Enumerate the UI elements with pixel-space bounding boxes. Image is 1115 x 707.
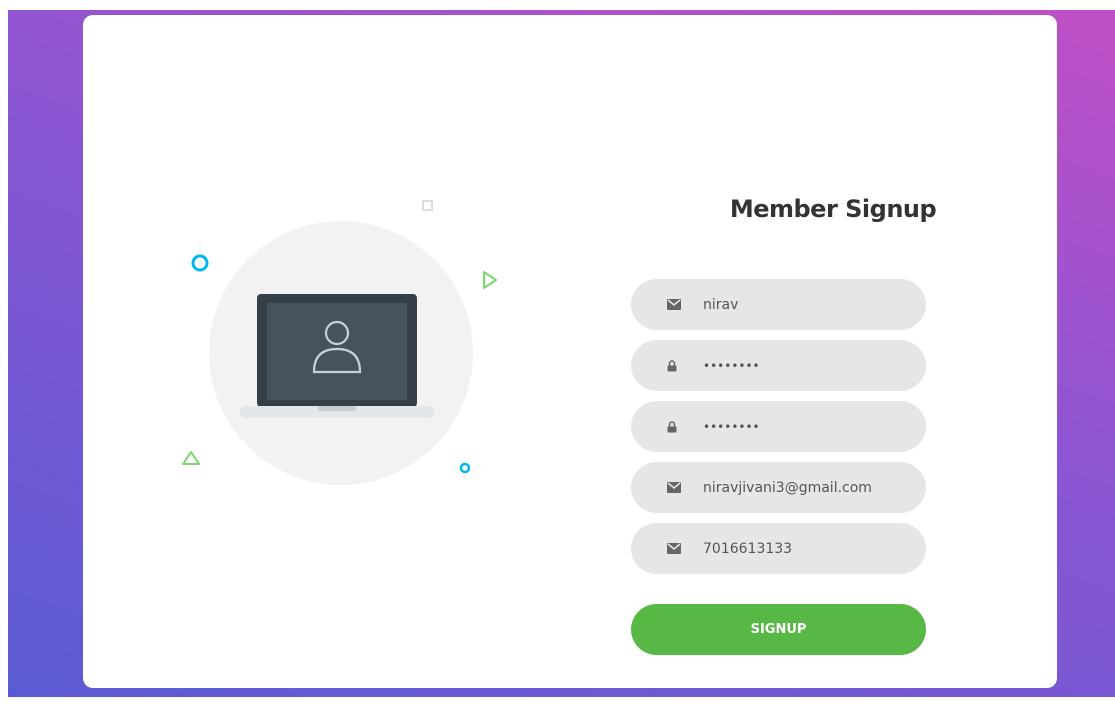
- laptop-icon: [240, 294, 434, 418]
- email-input[interactable]: [703, 479, 913, 496]
- username-input[interactable]: [703, 296, 913, 313]
- decor-triangle-icon: [182, 451, 200, 465]
- lock-icon: [667, 420, 703, 433]
- laptop-illustration: [182, 200, 497, 485]
- decor-small-circle-icon: [459, 462, 471, 474]
- signup-card: Member Signup nirav •••••••• •••••••• ni…: [83, 15, 1057, 688]
- email-field[interactable]: [631, 462, 926, 513]
- phone-field[interactable]: [631, 523, 926, 574]
- envelope-icon: [667, 482, 703, 493]
- confirm-password-field[interactable]: [631, 401, 926, 452]
- envelope-icon: [667, 299, 703, 310]
- decor-circle-icon: [191, 254, 209, 272]
- confirm-password-input[interactable]: [703, 419, 913, 434]
- username-field[interactable]: [631, 279, 926, 330]
- decor-square-icon: [422, 200, 433, 211]
- password-field[interactable]: [631, 340, 926, 391]
- decor-play-triangle-icon: [483, 271, 497, 289]
- page-title: Member Signup: [729, 195, 937, 223]
- phone-input[interactable]: [703, 540, 913, 557]
- envelope-icon: [667, 543, 703, 554]
- password-input[interactable]: [703, 358, 913, 373]
- lock-icon: [667, 359, 703, 372]
- signup-button[interactable]: SIGNUP: [631, 604, 926, 655]
